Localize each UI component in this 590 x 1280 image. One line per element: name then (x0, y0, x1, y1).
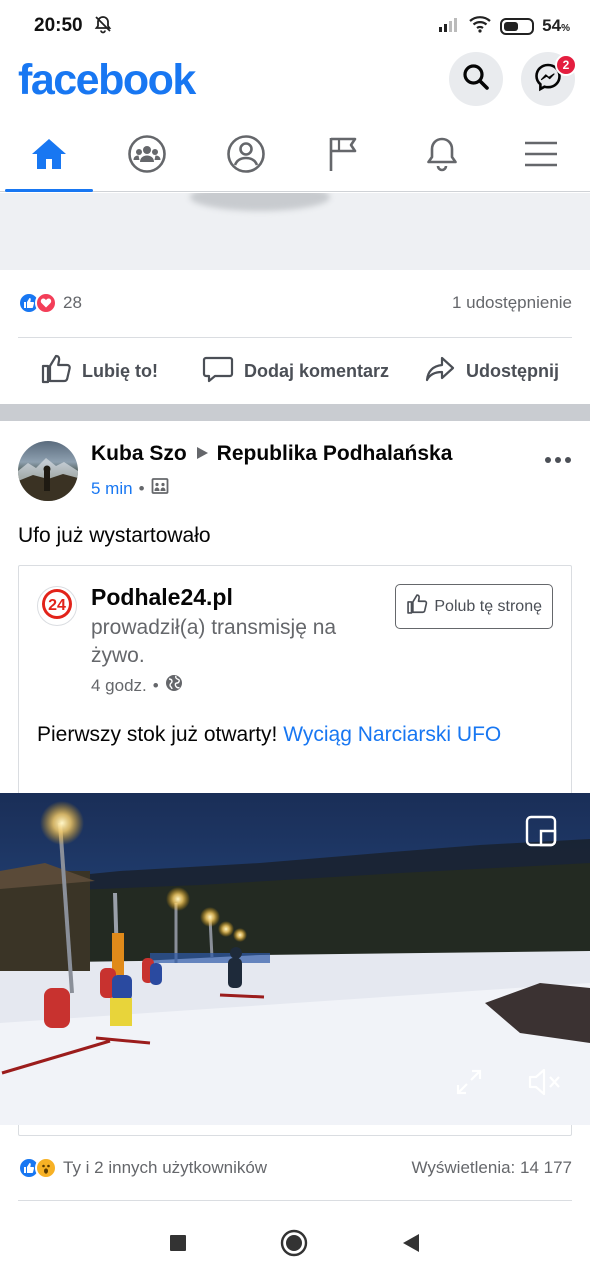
arrow-right-icon (195, 442, 209, 466)
live-video[interactable] (0, 793, 590, 1125)
hamburger-icon (523, 139, 559, 174)
back-triangle-icon (403, 1233, 419, 1252)
globe-icon (165, 674, 183, 697)
previous-post-media[interactable] (0, 193, 590, 270)
more-dots-icon (544, 440, 572, 470)
avatar[interactable] (18, 441, 78, 501)
like-button[interactable]: Lubię to! (40, 353, 158, 390)
system-nav-bar (0, 1210, 590, 1280)
like-page-label: Polub tę stronę (434, 597, 542, 615)
reaction-count: 28 (63, 293, 82, 312)
page-name[interactable]: Podhale24.pl (91, 584, 233, 611)
flag-icon (326, 134, 362, 179)
thumbs-up-icon (40, 353, 72, 390)
divider (18, 1200, 572, 1201)
share-button[interactable]: Udostępnij (424, 353, 559, 390)
tab-notifications[interactable] (393, 122, 491, 191)
share-label: Udostępnij (466, 360, 559, 381)
bell-icon (424, 134, 460, 179)
meta-dot: • (152, 675, 159, 695)
love-reaction-icon (35, 292, 57, 314)
like-page-button[interactable]: Polub tę stronę (395, 584, 553, 629)
battery-icon (500, 17, 535, 35)
home-button[interactable] (280, 1229, 308, 1262)
post-time[interactable]: 5 min (91, 479, 133, 499)
post-header: Kuba Szo Republika Podhalańska 5 min • (18, 438, 572, 502)
status-bar: 20:50 54% (0, 0, 590, 52)
messenger-button[interactable]: 2 (521, 52, 577, 106)
previous-post-reactions[interactable]: 28 1 udostępnienie (18, 285, 572, 321)
post-stats[interactable]: Ty i 2 innych użytkowników Wyświetlenia:… (18, 1150, 572, 1186)
views-count: Wyświetlenia: 14 177 (411, 1158, 573, 1177)
podhale24-logo-icon: 24 (40, 587, 74, 626)
back-button[interactable] (400, 1232, 422, 1259)
shared-text-plain: Pierwszy stok już otwarty! (37, 723, 284, 746)
thumbs-up-icon (406, 593, 428, 620)
share-arrow-icon (424, 353, 456, 390)
main-tab-bar (0, 122, 590, 192)
profile-icon (226, 134, 266, 179)
shared-text: Pierwszy stok już otwarty! Wyciąg Narcia… (37, 720, 537, 750)
shares-count[interactable]: 1 udostępnienie (452, 293, 572, 313)
wow-reaction-icon (35, 1157, 57, 1179)
search-button[interactable] (449, 52, 503, 106)
meta-dot: • (138, 478, 145, 498)
svg-text:24: 24 (48, 597, 66, 614)
silent-bell-icon (93, 14, 113, 39)
wifi-icon (468, 15, 492, 38)
fullscreen-button[interactable] (455, 1068, 483, 1101)
feed-separator (0, 404, 590, 421)
shared-time-label[interactable]: 4 godz. (91, 676, 147, 696)
tab-groups[interactable] (98, 122, 196, 191)
signal-icon (438, 16, 460, 37)
status-time: 20:50 (34, 15, 83, 36)
search-icon (461, 62, 491, 97)
groups-icon (127, 134, 167, 179)
comment-icon (202, 353, 234, 390)
page-logo[interactable]: 24 (37, 586, 77, 626)
comment-button[interactable]: Dodaj komentarz (202, 353, 389, 390)
messenger-badge: 2 (555, 54, 577, 76)
tab-menu[interactable] (492, 122, 590, 191)
speaker-muted-icon (527, 1068, 561, 1102)
post-meta: 5 min • (91, 477, 169, 500)
post-actions: Lubię to! Dodaj komentarz Udostępnij (0, 340, 590, 402)
battery-percent: 54% (542, 16, 570, 35)
reactions-summary[interactable]: Ty i 2 innych użytkowników (63, 1158, 267, 1178)
tab-home[interactable] (0, 122, 98, 192)
home-icon (29, 136, 69, 177)
pip-icon (525, 815, 557, 851)
post-text: Ufo już wystartowało (18, 524, 211, 547)
more-options-button[interactable] (544, 440, 572, 471)
picture-in-picture-button[interactable] (525, 815, 557, 852)
video-frame (0, 801, 590, 1125)
circle-icon (280, 1229, 308, 1256)
shared-time: 4 godz. • (91, 674, 183, 697)
tab-profile[interactable] (197, 122, 295, 191)
mute-button[interactable] (527, 1066, 561, 1103)
recents-button[interactable] (168, 1233, 188, 1258)
shared-text-link[interactable]: Wyciąg Narciarski UFO (283, 723, 501, 746)
divider (18, 337, 572, 338)
square-icon (170, 1234, 186, 1251)
like-label: Lubię to! (82, 360, 158, 381)
expand-icon (455, 1069, 483, 1100)
page-subtitle: prowadził(a) transmisję na żywo. (91, 616, 337, 667)
author-name[interactable]: Kuba Szo (91, 442, 187, 466)
group-privacy-icon (151, 477, 169, 500)
comment-label: Dodaj komentarz (244, 360, 390, 381)
group-name[interactable]: Republika Podhalańska (217, 442, 453, 466)
author-line: Kuba Szo Republika Podhalańska (91, 442, 452, 466)
tab-pages[interactable] (295, 122, 393, 191)
app-header: facebook 2 (0, 52, 590, 114)
facebook-logo[interactable]: facebook (18, 56, 196, 105)
